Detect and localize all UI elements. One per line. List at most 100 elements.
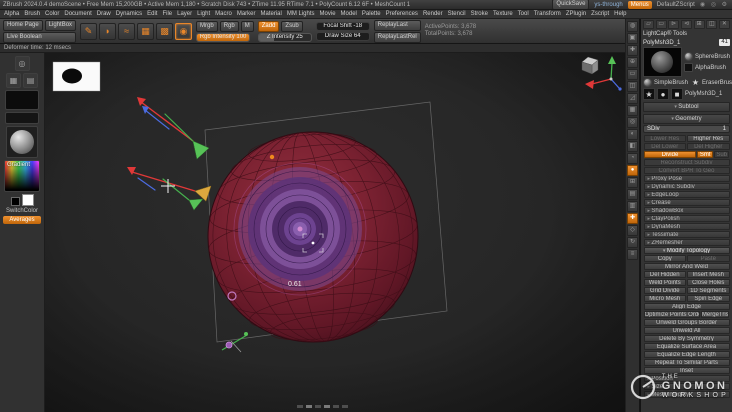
averages-button[interactable]: Averages xyxy=(3,216,41,224)
menu-item[interactable]: MM Lights xyxy=(287,11,315,17)
sdiv-slider[interactable]: SDiv 1 xyxy=(643,125,730,133)
transp-icon[interactable]: ◧ xyxy=(627,141,638,152)
tool-button[interactable]: Reconstruct Subdiv xyxy=(643,158,730,166)
texture-thumbnail[interactable] xyxy=(5,112,39,124)
rgb-intensity-slider[interactable]: Rgb Intensity 100 xyxy=(196,32,251,42)
tool-button[interactable]: Proxy Pose xyxy=(643,174,730,182)
stroke-picker-icon[interactable]: ≈ xyxy=(118,22,136,40)
user-account-link[interactable]: ys-through xyxy=(594,2,622,8)
lsym-icon[interactable]: ◐ xyxy=(627,129,638,140)
local-icon[interactable]: ◎ xyxy=(627,117,638,128)
menu-item[interactable]: Layer xyxy=(177,11,192,17)
import-icon[interactable]: ⊳ xyxy=(668,20,680,29)
tool-button[interactable]: Modify Topology xyxy=(643,246,730,254)
menu-item[interactable]: Model xyxy=(341,11,357,17)
tool-button[interactable]: DynaMesh xyxy=(643,222,730,230)
menu-item[interactable]: Draw xyxy=(97,11,111,17)
quick-tool-alphabrush[interactable]: AlphaBrush xyxy=(683,63,730,72)
polymesh-star-icon[interactable]: ★ xyxy=(643,88,655,100)
material-picker-icon[interactable]: ◉ xyxy=(175,22,193,40)
copy-tool-icon[interactable]: ⊞ xyxy=(693,20,705,29)
render-aa-icon[interactable]: ▣ xyxy=(627,33,638,44)
tool-button[interactable]: ShadowBox xyxy=(643,206,730,214)
zadd-button[interactable]: Zadd xyxy=(257,20,280,32)
export-icon[interactable]: ⊲ xyxy=(680,20,692,29)
replay-last-rel-button[interactable]: ReplayLastRel xyxy=(373,31,421,43)
menu-item[interactable]: Material xyxy=(261,11,282,17)
alpha-picker-icon[interactable]: ▦ xyxy=(137,22,155,40)
tool-button[interactable]: Convert BPR To Geo xyxy=(643,166,730,174)
tool-button[interactable]: Unweld All xyxy=(643,326,730,334)
tool-button[interactable]: Divide xyxy=(643,150,697,158)
tool-button[interactable]: Spin Edge xyxy=(687,294,730,302)
menu-item[interactable]: Color xyxy=(45,11,59,17)
menu-item[interactable]: Movie xyxy=(320,11,336,17)
solo-icon[interactable]: ● xyxy=(627,165,638,176)
secondary-color-swatch[interactable] xyxy=(10,197,20,206)
alpha-thumbnail[interactable] xyxy=(5,90,39,110)
tool-button[interactable]: Del Hidden xyxy=(643,270,686,278)
grid-icon[interactable]: ▦ xyxy=(6,73,21,88)
tool-button[interactable]: Repeat To Similar Parts xyxy=(643,358,730,366)
live-boolean-button[interactable]: Live Boolean xyxy=(3,31,77,43)
menu-item[interactable]: Alpha xyxy=(4,11,19,17)
tool-button[interactable]: Inset xyxy=(643,366,730,374)
tool-button[interactable]: Mesh Integrity xyxy=(643,390,730,398)
actual-size-icon[interactable]: ▭ xyxy=(627,69,638,80)
tool-button[interactable]: Unweld Groups Border xyxy=(643,318,730,326)
quick-tool-eraserbrush[interactable]: ★ EraserBrush xyxy=(691,78,732,87)
tool-button[interactable]: Sub xyxy=(713,150,730,158)
tool-button[interactable]: Align Edge xyxy=(643,302,730,310)
scroll-icon[interactable]: ✚ xyxy=(627,45,638,56)
tool-button[interactable]: Higher Res xyxy=(687,134,730,142)
menu-item[interactable]: Transform xyxy=(534,11,561,17)
aa-half-icon[interactable]: ◫ xyxy=(627,81,638,92)
uv-map-icon[interactable]: ▥ xyxy=(627,201,638,212)
menu-item[interactable]: Stroke xyxy=(471,11,488,17)
sculptris-pro-icon[interactable]: ✎ xyxy=(80,22,98,40)
zsub-button[interactable]: Zsub xyxy=(281,20,303,32)
menu-item[interactable]: Palette xyxy=(362,11,381,17)
lightbox-button[interactable]: LightBox xyxy=(44,19,77,31)
subtool-section-header[interactable]: Subtool xyxy=(643,102,730,112)
delete-icon[interactable]: ✕ xyxy=(718,20,730,29)
menu-item[interactable]: Edit xyxy=(147,11,157,17)
load-tool-icon[interactable]: ▱ xyxy=(643,20,654,29)
move-icon[interactable]: ✚ xyxy=(627,213,638,224)
menus-button[interactable]: Menus xyxy=(627,0,652,9)
tool-button[interactable]: Paste xyxy=(687,254,730,262)
bpr-icon[interactable]: ◍ xyxy=(627,21,638,32)
z-intensity-slider[interactable]: Z Intensity 25 xyxy=(257,32,312,42)
focal-shift-slider[interactable]: Focal Shift -18 xyxy=(315,21,370,31)
tool-button[interactable]: Tessimate xyxy=(643,230,730,238)
rotate-icon[interactable]: ↻ xyxy=(627,237,638,248)
clone-icon[interactable]: ◫ xyxy=(706,20,718,29)
tool-button[interactable]: 1D Segments xyxy=(687,286,730,294)
frame-icon[interactable]: ⊞ xyxy=(627,177,638,188)
home-page-button[interactable]: Home Page xyxy=(3,19,43,31)
persp-icon[interactable]: ◿ xyxy=(627,93,638,104)
sphere3d-icon[interactable]: ● xyxy=(657,88,669,100)
m-button[interactable]: M xyxy=(240,20,254,32)
tool-button[interactable]: Weld Points xyxy=(643,278,686,286)
ghost-icon[interactable]: ◔ xyxy=(627,153,638,164)
tool-button[interactable]: Dynamic Subdiv xyxy=(643,182,730,190)
viewport-canvas[interactable]: 0.61 xyxy=(45,53,625,412)
menu-item[interactable]: Marker xyxy=(237,11,256,17)
brush-picker-icon[interactable]: ◗ xyxy=(99,22,117,40)
tool-button[interactable]: Smt xyxy=(697,150,713,158)
menu-item[interactable]: Help xyxy=(614,11,626,17)
menu-item[interactable]: Stencil xyxy=(448,11,466,17)
tool-button[interactable]: Insert Mesh xyxy=(687,270,730,278)
quick-tool-simplebrush[interactable]: SimpleBrush xyxy=(643,78,688,87)
rgb-button[interactable]: Rgb xyxy=(219,20,239,32)
tool-button[interactable]: Equalize Surface Area xyxy=(643,342,730,350)
tool-button[interactable]: EdgeLoop xyxy=(643,190,730,198)
floor-icon[interactable]: ▦ xyxy=(627,105,638,116)
current-tool-preview[interactable] xyxy=(643,47,682,77)
save-tool-icon[interactable]: ▭ xyxy=(655,20,667,29)
tool-button[interactable]: Position xyxy=(643,374,730,382)
tool-button[interactable]: Optimize Points Order xyxy=(643,310,700,318)
tool-button[interactable]: ClayPolish xyxy=(643,214,730,222)
main-color-swatch[interactable] xyxy=(21,194,34,206)
